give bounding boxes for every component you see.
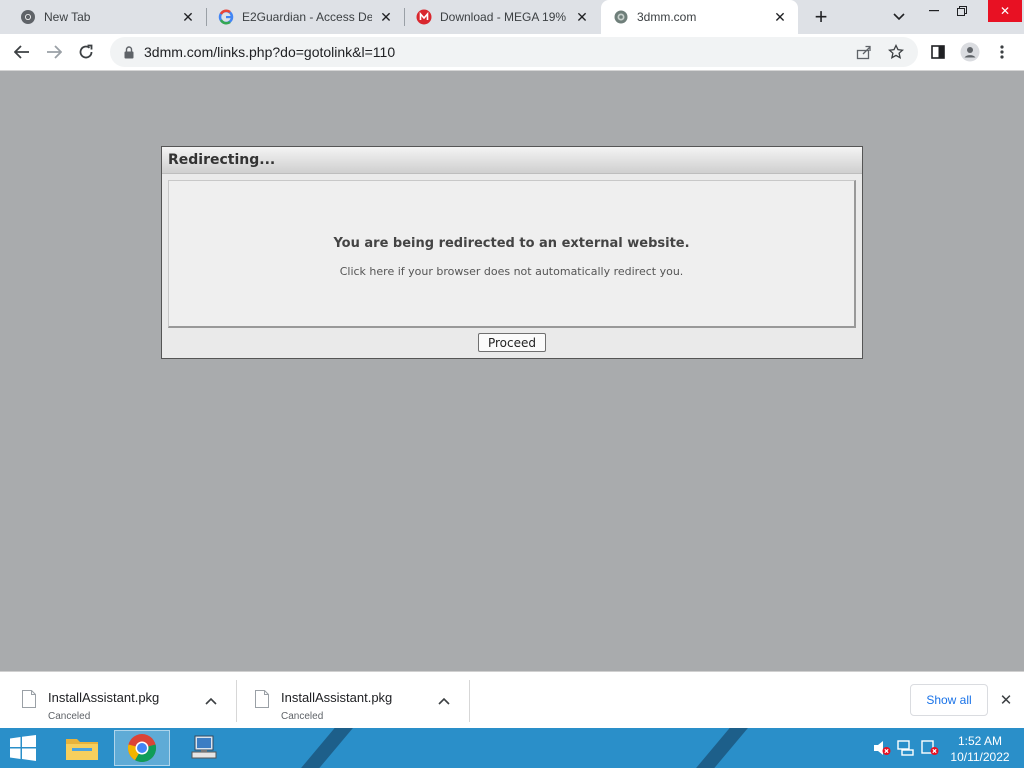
- tab-title: 3dmm.com: [637, 10, 697, 24]
- redirect-dialog: Redirecting... You are being redirected …: [161, 146, 863, 359]
- redirect-message: You are being redirected to an external …: [333, 236, 690, 251]
- tab-close-icon[interactable]: ✕: [770, 7, 790, 27]
- tab-e2guardian[interactable]: E2Guardian - Access Deni ✕: [206, 0, 404, 34]
- system-clock[interactable]: 1:52 AM 10/11/2022: [940, 733, 1020, 765]
- windows-start-icon[interactable]: [6, 734, 40, 762]
- download-status: Canceled: [48, 711, 91, 722]
- globe-icon: [613, 9, 629, 25]
- tab-close-icon[interactable]: ✕: [376, 7, 396, 27]
- tab-3dmm[interactable]: 3dmm.com ✕: [601, 0, 798, 34]
- tab-close-icon[interactable]: ✕: [178, 7, 198, 27]
- tab-close-icon[interactable]: ✕: [572, 7, 592, 27]
- file-icon: [255, 690, 269, 708]
- download-item[interactable]: InstallAssistant.pkg Canceled: [0, 678, 236, 724]
- redirect-manual-link[interactable]: Click here if your browser does not auto…: [169, 265, 854, 278]
- download-status: Canceled: [281, 711, 324, 722]
- page-content: Redirecting... You are being redirected …: [0, 71, 1024, 671]
- tab-new-tab[interactable]: New Tab ✕: [0, 0, 206, 34]
- proceed-button[interactable]: Proceed: [478, 333, 546, 352]
- downloads-bar: InstallAssistant.pkg Canceled InstallAss…: [0, 671, 1024, 728]
- download-filename: InstallAssistant.pkg: [281, 690, 393, 705]
- google-icon: [218, 9, 234, 25]
- volume-muted-icon[interactable]: [872, 738, 892, 758]
- chrome-icon: [20, 9, 36, 25]
- chevron-up-icon[interactable]: [202, 692, 220, 710]
- wallpaper-streak: [690, 728, 754, 768]
- tab-mega-download[interactable]: Download - MEGA 19% ✕: [404, 0, 600, 34]
- tab-search-chevron-icon[interactable]: [886, 6, 912, 28]
- tab-title: New Tab: [44, 10, 91, 24]
- url-text[interactable]: 3dmm.com/links.php?do=gotolink&l=110: [144, 44, 395, 60]
- clock-time: 1:52 AM: [957, 734, 1003, 748]
- chevron-up-icon[interactable]: [435, 692, 453, 710]
- tab-strip: New Tab ✕ E2Guardian - Access Deni ✕ Dow…: [0, 0, 1024, 34]
- wallpaper-streak: [295, 728, 359, 768]
- chrome-icon[interactable]: [114, 730, 170, 766]
- taskbar: 1:52 AM 10/11/2022: [0, 728, 1024, 768]
- clock-date: 10/11/2022: [950, 750, 1010, 764]
- network-icon[interactable]: [896, 738, 916, 758]
- restore-button[interactable]: [946, 0, 978, 22]
- redirect-header: Redirecting...: [162, 147, 862, 174]
- redirect-body: You are being redirected to an external …: [168, 180, 856, 328]
- tab-title: E2Guardian - Access Deni: [242, 10, 372, 24]
- new-tab-button[interactable]: +: [808, 4, 834, 30]
- mega-icon: [416, 9, 432, 25]
- file-icon: [22, 690, 36, 708]
- address-bar[interactable]: 3dmm.com/links.php?do=gotolink&l=110: [110, 37, 918, 67]
- menu-kebab-icon[interactable]: [988, 38, 1016, 66]
- side-panel-icon[interactable]: [924, 38, 952, 66]
- reload-icon[interactable]: [72, 38, 100, 66]
- lock-icon[interactable]: [122, 45, 136, 59]
- download-item[interactable]: InstallAssistant.pkg Canceled: [233, 678, 469, 724]
- download-filename: InstallAssistant.pkg: [48, 690, 160, 705]
- bookmark-star-icon[interactable]: [886, 42, 906, 62]
- tab-title: Download - MEGA 19%: [440, 10, 567, 24]
- back-arrow-icon[interactable]: [8, 38, 36, 66]
- share-icon[interactable]: [854, 42, 874, 62]
- show-all-button[interactable]: Show all: [910, 684, 988, 716]
- window-close-button[interactable]: ✕: [988, 0, 1022, 22]
- action-center-alert-icon[interactable]: [920, 738, 940, 758]
- downloads-close-icon[interactable]: ✕: [996, 690, 1016, 710]
- network-computer-icon[interactable]: [176, 730, 232, 766]
- file-explorer-icon[interactable]: [54, 730, 110, 766]
- profile-avatar-icon[interactable]: [956, 38, 984, 66]
- download-separator: [469, 680, 470, 722]
- forward-arrow-icon[interactable]: [40, 38, 68, 66]
- browser-toolbar: 3dmm.com/links.php?do=gotolink&l=110: [0, 34, 1024, 71]
